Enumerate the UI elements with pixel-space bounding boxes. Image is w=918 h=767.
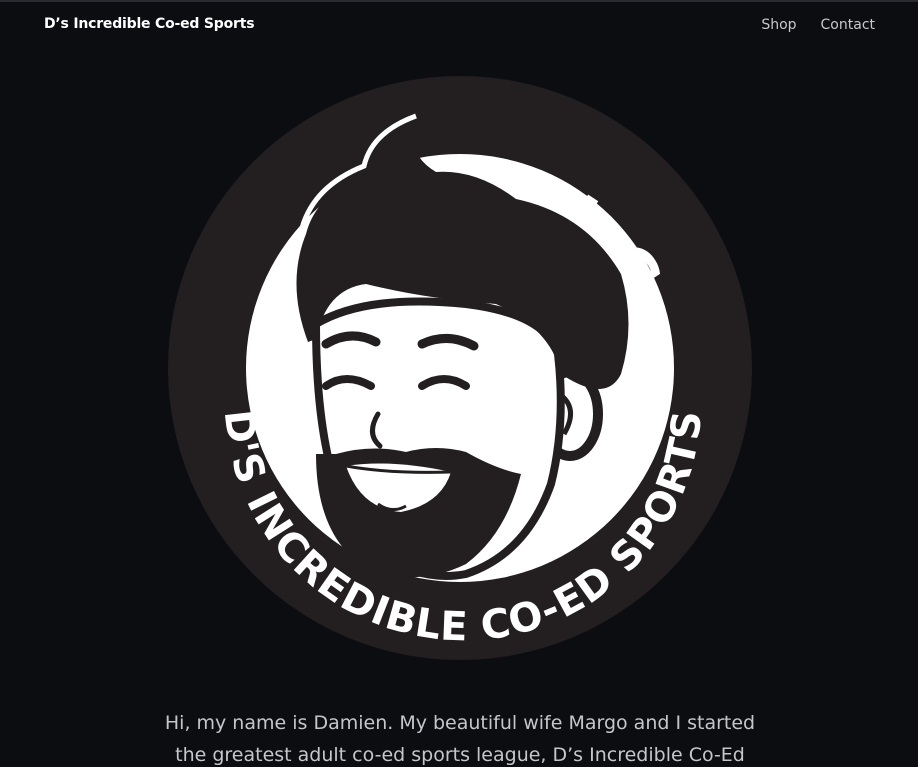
- nav-link-contact[interactable]: Contact: [821, 17, 875, 33]
- dics-logo: D.I.C.S. D'S INCREDIBLE CO-ED SPORTS: [166, 74, 752, 660]
- top-border: [0, 0, 918, 2]
- intro-paragraph: Hi, my name is Damien. My beautiful wife…: [164, 712, 756, 766]
- main-nav: Shop Contact: [761, 17, 875, 33]
- site-title[interactable]: D’s Incredible Co-ed Sports: [44, 16, 255, 32]
- nav-link-shop[interactable]: Shop: [761, 17, 796, 33]
